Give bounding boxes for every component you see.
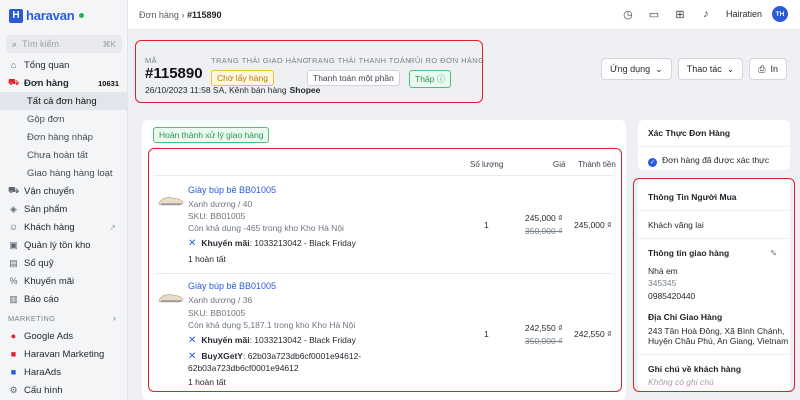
- sidebar-item-bao-cao[interactable]: ▥ Báo cáo: [0, 290, 128, 308]
- sidebar-item-label: Đơn hàng: [24, 77, 69, 89]
- breadcrumb-current: #115890: [186, 10, 222, 20]
- avatar[interactable]: TH: [772, 6, 788, 22]
- sidebar-item-khach-hang[interactable]: ☺ Khách hàng ↗: [0, 218, 128, 236]
- sidebar-nav: ⌂ Tổng quan ⛟ Đơn hàng 10631 Tất cả đơn hàn…: [0, 56, 128, 308]
- highlight-box-order-items: [148, 148, 622, 392]
- sidebar-item-gop-don[interactable]: Gộp đơn: [0, 110, 128, 128]
- brand-logo[interactable]: H haravan: [9, 8, 85, 23]
- grid-icon[interactable]: ⊞: [672, 6, 688, 22]
- verification-text: Đơn hàng đã được xác thực: [662, 155, 770, 165]
- sidebar-item-label: Sản phẩm: [24, 203, 68, 215]
- sidebar-item-label: Khuyến mãi: [24, 275, 75, 287]
- tag-icon: ◈: [10, 203, 17, 214]
- sidebar-item-haravan-marketing[interactable]: ■ Haravan Marketing: [0, 345, 128, 363]
- breadcrumb: Đơn hàng › #115890: [139, 10, 222, 20]
- brand-name: haravan: [26, 8, 75, 23]
- sidebar-item-so-quy[interactable]: ▤ Sổ quỹ: [0, 254, 128, 272]
- print-button[interactable]: ⎙ In: [749, 58, 787, 80]
- user-name[interactable]: Hairatien: [726, 9, 762, 19]
- topbar: Đơn hàng › #115890 ◷ ▭ ⊞ ♪ Hairatien TH: [128, 0, 800, 30]
- sidebar-item-label: Vận chuyển: [24, 185, 75, 197]
- external-link-icon: ↗: [109, 222, 116, 232]
- sidebar-item-cau-hinh[interactable]: ⚙ Cấu hình: [0, 381, 128, 399]
- sidebar-item-label: Cấu hình: [24, 384, 63, 396]
- apps-dropdown-button[interactable]: Ứng dụng ⌄: [600, 58, 672, 80]
- sidebar-item-quan-ly-ton-kho[interactable]: ▣ Quản lý tồn kho: [0, 236, 128, 254]
- sidebar-item-label: Đơn hàng nháp: [27, 131, 93, 143]
- home-icon: ⌂: [10, 60, 17, 70]
- topbar-actions: ◷ ▭ ⊞ ♪ Hairatien TH: [620, 6, 788, 22]
- highlight-box-order-header: [135, 40, 483, 103]
- sidebar-item-tat-ca-don-hang[interactable]: Tất cả đơn hàng: [0, 92, 128, 110]
- marketing-nav: ● Google Ads ■ Haravan Marketing ■ HaraAds …: [0, 327, 128, 399]
- actions-label: Thao tác: [686, 64, 722, 74]
- sidebar-item-tong-quan[interactable]: ⌂ Tổng quan: [0, 56, 128, 74]
- search-icon: ⌕: [12, 38, 18, 49]
- order-count-badge: 10631: [98, 78, 119, 88]
- sidebar-item-chua-hoan-tat[interactable]: Chưa hoàn tất: [0, 146, 128, 164]
- check-circle-icon: ✓: [648, 158, 657, 167]
- verification-card: Xác Thực Đơn Hàng ✓ Đơn hàng đã được xác …: [638, 120, 790, 170]
- sidebar-item-van-chuyen[interactable]: ⛟ Vận chuyển: [0, 182, 128, 200]
- online-status-dot: [79, 13, 85, 18]
- search-input[interactable]: ⌕ Tìm kiếm ⌘K: [6, 35, 122, 53]
- breadcrumb-separator: ›: [181, 10, 185, 20]
- sidebar-item-don-hang-nhap[interactable]: Đơn hàng nháp: [0, 128, 128, 146]
- logo-mark-icon: H: [9, 8, 23, 23]
- sidebar-item-label: Báo cáo: [24, 293, 59, 305]
- sidebar-item-label: Khách hàng: [24, 221, 75, 233]
- print-label: In: [770, 64, 778, 74]
- sidebar-item-giao-hang-hang-loat[interactable]: Giao hàng hàng loạt: [0, 164, 128, 182]
- chevron-right-icon[interactable]: ›: [113, 313, 116, 323]
- verification-status: ✓ Đơn hàng đã được xác thực: [648, 155, 769, 167]
- sidebar-item-label: Google Ads: [24, 330, 74, 342]
- highlight-box-buyer-info: [633, 178, 795, 392]
- sidebar-item-haraads[interactable]: ■ HaraAds: [0, 363, 128, 381]
- sidebar-item-label: Haravan Marketing: [24, 348, 105, 360]
- gear-icon: ⚙: [9, 384, 18, 395]
- sidebar-item-label: Tất cả đơn hàng: [27, 95, 97, 107]
- breadcrumb-parent[interactable]: Đơn hàng: [139, 10, 179, 20]
- sidebar-item-don-hang[interactable]: ⛟ Đơn hàng 10631: [0, 74, 128, 92]
- apps-label: Ứng dụng: [609, 64, 651, 74]
- box-icon: ▣: [9, 239, 18, 250]
- card-divider: [638, 146, 790, 147]
- truck-icon: ⛟: [8, 185, 20, 195]
- search-shortcut: ⌘K: [102, 39, 116, 49]
- users-icon: ☺: [8, 222, 19, 232]
- wallet-icon: ▤: [9, 257, 18, 268]
- app-root: H haravan ⌕ Tìm kiếm ⌘K ⌂ Tổng quan ⛟ Đơn …: [0, 0, 800, 400]
- chat-icon[interactable]: ▭: [646, 6, 662, 22]
- header-actions: Ứng dụng ⌄ Thao tác ⌄ ⎙ In: [600, 58, 787, 80]
- chart-icon: ▥: [9, 293, 18, 304]
- percent-icon: %: [9, 276, 18, 286]
- verification-title: Xác Thực Đơn Hàng: [648, 128, 731, 138]
- printer-icon: ⎙: [758, 63, 766, 74]
- sidebar-item-san-pham[interactable]: ◈ Sản phẩm: [0, 200, 128, 218]
- sidebar-item-label: Sổ quỹ: [24, 257, 54, 269]
- actions-dropdown-button[interactable]: Thao tác ⌄: [677, 58, 744, 80]
- sidebar-item-label: Chưa hoàn tất: [27, 149, 88, 161]
- sidebar-item-khuyen-mai[interactable]: % Khuyến mãi: [0, 272, 128, 290]
- sidebar-item-label: Quản lý tồn kho: [24, 239, 91, 251]
- sidebar-item-label: Tổng quan: [24, 59, 70, 71]
- cart-icon: ⛟: [8, 77, 20, 87]
- megaphone-icon: ■: [10, 349, 17, 359]
- sidebar: H haravan ⌕ Tìm kiếm ⌘K ⌂ Tổng quan ⛟ Đơn …: [0, 0, 128, 400]
- marketing-section-label: MARKETING: [8, 314, 56, 323]
- history-icon[interactable]: ◷: [620, 6, 636, 22]
- fulfillment-status-badge: Hoàn thành xử lý giao hàng: [153, 127, 270, 143]
- chevron-down-icon: ⌄: [726, 63, 735, 74]
- chevron-down-icon: ⌄: [655, 63, 663, 74]
- search-placeholder: Tìm kiếm: [22, 39, 60, 49]
- ads-icon: ■: [10, 367, 17, 377]
- sidebar-item-google-ads[interactable]: ● Google Ads: [0, 327, 128, 345]
- google-icon: ●: [10, 331, 17, 341]
- bell-icon[interactable]: ♪: [698, 6, 714, 22]
- sidebar-item-label: Giao hàng hàng loạt: [27, 167, 113, 179]
- sidebar-item-label: HaraAds: [24, 366, 61, 378]
- sidebar-item-label: Gộp đơn: [27, 113, 65, 125]
